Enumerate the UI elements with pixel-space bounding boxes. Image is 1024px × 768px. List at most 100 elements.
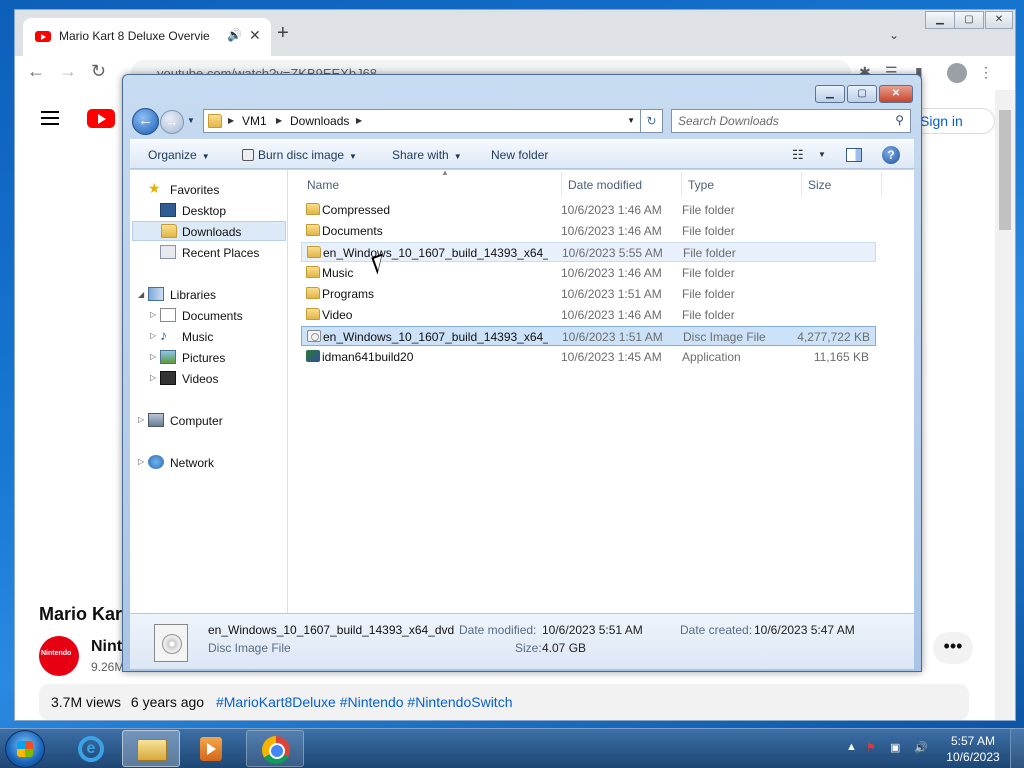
search-box[interactable]: ⚲ [671,109,911,133]
reload-icon[interactable]: ↻ [91,61,106,82]
file-row[interactable]: Compressed 10/6/2023 1:46 AM File folder [301,200,876,220]
breadcrumb-arrow-icon[interactable]: ▶ [228,116,234,125]
nav-recent-places[interactable]: Recent Places [158,243,284,263]
back-arrow-icon[interactable]: ← [27,61,45,82]
page-scrollbar[interactable] [995,90,1015,720]
more-actions-button[interactable]: ••• [933,632,973,664]
new-folder-button[interactable]: New folder [491,148,548,162]
hamburger-menu-icon[interactable] [41,111,59,125]
explorer-minimize-button[interactable]: ▁ [815,85,845,103]
burn-disc-image-button[interactable]: Burn disc image ▼ [242,148,357,162]
file-row[interactable]: Programs 10/6/2023 1:51 AM File folder [301,284,876,304]
expand-arrow-icon[interactable]: ▷ [150,331,156,340]
file-row[interactable]: Documents 10/6/2023 1:46 AM File folder [301,221,876,241]
expand-arrow-icon[interactable]: ▷ [150,373,156,382]
sort-ascending-icon: ▲ [441,168,449,177]
view-dropdown-icon[interactable]: ▼ [818,150,826,159]
close-tab-icon[interactable]: ✕ [249,27,261,44]
youtube-logo-icon[interactable] [87,109,115,128]
breadcrumb-downloads[interactable]: Downloads [290,114,349,128]
maximize-button[interactable]: ▢ [954,11,984,29]
menu-kebab-icon[interactable]: ⋮ [979,64,993,81]
taskbar-windows-explorer[interactable] [122,730,180,767]
expand-arrow-icon[interactable]: ▷ [150,310,156,319]
expand-arrow-icon[interactable]: ◢ [138,290,144,299]
preview-pane-icon[interactable] [846,148,862,162]
column-date-modified[interactable]: Date modified [562,172,682,196]
nav-favorites[interactable]: ★ Favorites [148,180,284,200]
explorer-maximize-button[interactable]: ▢ [847,85,877,103]
refresh-icon[interactable]: ↻ [641,109,663,133]
change-view-icon[interactable]: ☷ [792,147,804,163]
file-row-selected[interactable]: en_Windows_10_1607_build_14393_x64_d... … [301,326,876,346]
new-tab-button[interactable]: + [277,23,289,43]
tab-search-chevron-icon[interactable]: ⌄ [889,28,899,42]
explorer-window: ▁ ▢ ✕ ← → ▼ ▶ VM1 ▶ Downloads ▶ ▼ ↻ ⚲ Or… [122,74,922,672]
hashtags[interactable]: #MarioKart8Deluxe #Nintendo #NintendoSwi… [216,694,513,710]
nav-recent-label: Recent Places [182,246,260,260]
browser-tab[interactable]: Mario Kart 8 Deluxe Overview 🔊 ✕ [23,18,271,56]
taskbar-media-player[interactable] [182,730,240,767]
forward-button[interactable]: → [160,110,184,134]
folder-icon [307,246,321,258]
show-hidden-icons-icon[interactable]: ▲ [846,741,857,753]
minimize-button[interactable]: ▁ [925,11,955,29]
volume-icon[interactable]: 🔊 [914,741,928,754]
folder-icon [306,266,320,278]
taskbar-chrome[interactable] [246,730,304,767]
nav-libraries[interactable]: Libraries [148,285,284,305]
taskbar-internet-explorer[interactable]: e [62,730,120,767]
file-type: File folder [682,308,735,322]
nav-computer[interactable]: Computer [148,411,284,431]
expand-arrow-icon[interactable]: ▷ [138,457,144,466]
disc-image-icon [307,330,321,342]
file-date: 10/6/2023 1:51 AM [562,330,663,344]
forward-arrow-icon[interactable]: → [59,61,77,82]
action-center-flag-icon[interactable]: ⚑ [866,741,876,754]
address-dropdown-icon[interactable]: ▼ [627,116,635,125]
search-icon[interactable]: ⚲ [895,113,904,127]
nav-lib-music[interactable]: ♪ Music [158,327,284,347]
column-name-label: Name [307,178,340,192]
profile-avatar[interactable] [947,63,967,83]
speaker-icon[interactable]: 🔊 [227,28,242,42]
nav-lib-documents[interactable]: Documents [158,306,284,326]
close-window-button[interactable]: ✕ [985,11,1013,29]
nav-lib-videos[interactable]: Videos [158,369,284,389]
address-breadcrumb[interactable]: ▶ VM1 ▶ Downloads ▶ ▼ [203,109,641,133]
nav-network[interactable]: Network [148,453,284,473]
nav-desktop[interactable]: Desktop [158,201,284,221]
help-icon[interactable]: ? [882,146,900,164]
nav-music-label: Music [182,330,214,344]
file-row[interactable]: en_Windows_10_1607_build_14393_x64_d... … [301,242,876,262]
breadcrumb-vm1[interactable]: VM1 [242,114,267,128]
video-description[interactable]: 3.7M views 6 years ago #MarioKart8Deluxe… [39,684,969,720]
details-file-type: Disc Image File [208,641,291,655]
breadcrumb-arrow-icon[interactable]: ▶ [356,116,362,125]
file-type: Disc Image File [683,330,766,344]
share-with-button[interactable]: Share with ▼ [392,148,462,162]
breadcrumb-arrow-icon[interactable]: ▶ [276,116,282,125]
nav-lib-pictures[interactable]: Pictures [158,348,284,368]
column-size[interactable]: Size [802,172,882,196]
organize-button[interactable]: Organize ▼ [148,148,210,162]
history-dropdown-icon[interactable]: ▼ [187,116,195,125]
column-name[interactable]: Name ▲ [301,168,562,196]
back-button[interactable]: ← [132,108,159,135]
file-row[interactable]: idman641build20 10/6/2023 1:45 AM Applic… [301,347,876,367]
column-type[interactable]: Type [682,172,802,196]
start-button[interactable] [5,730,45,768]
file-row[interactable]: Video 10/6/2023 1:46 AM File folder [301,305,876,325]
command-bar: Organize ▼ Burn disc image ▼ Share with ▼ N… [130,139,914,169]
search-input[interactable] [678,113,878,129]
expand-arrow-icon[interactable]: ▷ [150,352,156,361]
network-tray-icon[interactable]: ▣ [890,741,900,754]
system-clock[interactable]: 5:57 AM 10/6/2023 [938,733,1008,765]
expand-arrow-icon[interactable]: ▷ [138,415,144,424]
explorer-close-button[interactable]: ✕ [879,85,913,103]
channel-avatar[interactable]: Nintendo [39,636,79,676]
show-desktop-button[interactable] [1010,729,1024,768]
nav-downloads[interactable]: Downloads [132,221,286,241]
scrollbar-thumb[interactable] [999,110,1011,230]
file-name: Music [322,266,354,280]
